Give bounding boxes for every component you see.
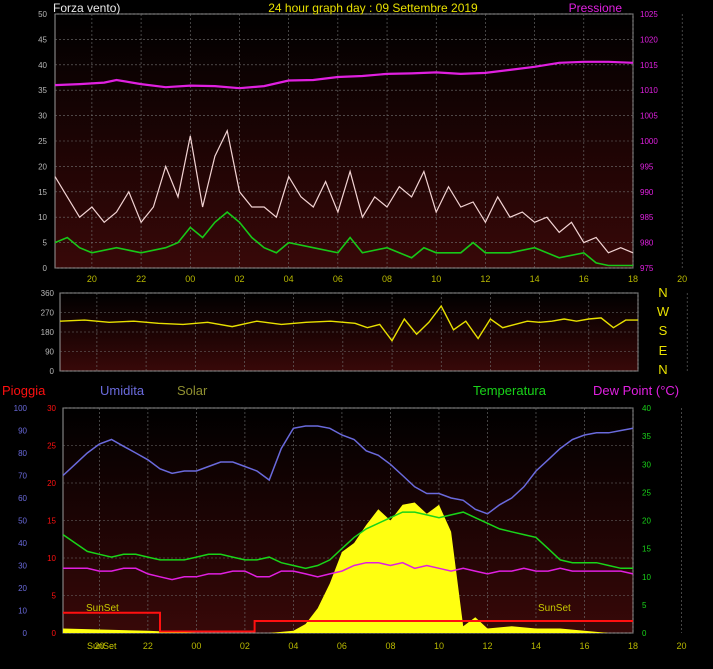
climate-x-tick-1: 22 xyxy=(143,641,153,651)
rain-y-tick-3: 15 xyxy=(47,517,56,526)
climate-x-tick-9: 14 xyxy=(531,641,541,651)
climate-x-tick-0: 20 xyxy=(94,641,104,651)
pressure-y-tick-6: 1005 xyxy=(640,112,658,121)
wind-y-tick-0: 0 xyxy=(43,264,48,273)
humidity-y-tick-1: 10 xyxy=(18,607,27,616)
climate-x-tick-3: 02 xyxy=(240,641,250,651)
temp-y-tick-2: 10 xyxy=(642,573,651,582)
climate-x-tick-4: 04 xyxy=(288,641,298,651)
climate-x-tick-2: 00 xyxy=(191,641,201,651)
rain-legend-label: Pioggia xyxy=(2,383,46,398)
humidity-y-tick-4: 40 xyxy=(18,539,27,548)
climate-x-tick-11: 18 xyxy=(628,641,638,651)
humidity-y-tick-6: 60 xyxy=(18,494,27,503)
rain-y-tick-1: 5 xyxy=(52,592,57,601)
wind-x-tick-4: 04 xyxy=(284,274,294,284)
temp-y-tick-1: 5 xyxy=(642,601,647,610)
humidity-y-tick-10: 100 xyxy=(14,404,28,413)
climate-x-tick-8: 12 xyxy=(482,641,492,651)
wind-y-tick-8: 40 xyxy=(38,61,47,70)
temp-y-tick-7: 35 xyxy=(642,432,651,441)
climate-x-tick-6: 08 xyxy=(385,641,395,651)
temp-y-tick-5: 25 xyxy=(642,488,651,497)
humidity-y-tick-2: 20 xyxy=(18,584,27,593)
humidity-y-tick-3: 30 xyxy=(18,562,27,571)
direction-y-tick-4: 360 xyxy=(41,289,55,298)
pressure-y-tick-0: 975 xyxy=(640,264,654,273)
rain-y-tick-0: 0 xyxy=(52,629,57,638)
direction-y-tick-2: 180 xyxy=(41,328,55,337)
wind-x-tick-2: 00 xyxy=(185,274,195,284)
chart-title: 24 hour graph day : 09 Settembre 2019 xyxy=(268,1,478,15)
humidity-y-tick-0: 0 xyxy=(23,629,28,638)
wind-y-tick-1: 5 xyxy=(43,239,48,248)
compass-label-n1: N xyxy=(658,285,667,300)
temp-y-tick-0: 0 xyxy=(642,629,647,638)
dewpoint-legend-label: Dew Point (°C) xyxy=(593,383,679,398)
wind-y-tick-3: 15 xyxy=(38,188,47,197)
rain-y-tick-5: 25 xyxy=(47,442,56,451)
climate-x-tick-7: 10 xyxy=(434,641,444,651)
solar-legend-label: Solar xyxy=(177,383,208,398)
wind-x-tick-1: 22 xyxy=(136,274,146,284)
wind-x-tick-3: 02 xyxy=(234,274,244,284)
temperature-legend-label: Temperatura xyxy=(473,383,547,398)
wind-x-tick-0: 20 xyxy=(87,274,97,284)
compass-label-s: S xyxy=(659,323,668,338)
direction-y-tick-1: 90 xyxy=(45,348,54,357)
wind-x-tick-9: 14 xyxy=(530,274,540,284)
compass-label-n2: N xyxy=(658,362,667,377)
wind-x-tick-5: 06 xyxy=(333,274,343,284)
climate-x-tick-12: 20 xyxy=(677,641,687,651)
humidity-y-tick-8: 80 xyxy=(18,449,27,458)
humidity-y-tick-7: 70 xyxy=(18,472,27,481)
sunset-label-2: SunSet xyxy=(538,603,571,614)
temp-y-tick-4: 20 xyxy=(642,517,651,526)
wind-y-tick-10: 50 xyxy=(38,10,47,19)
direction-y-tick-0: 0 xyxy=(50,367,55,376)
wind-x-tick-8: 12 xyxy=(480,274,490,284)
wind-y-tick-4: 20 xyxy=(38,162,47,171)
wind-x-tick-6: 08 xyxy=(382,274,392,284)
wind-x-tick-12: 20 xyxy=(677,274,687,284)
pressure-axis-label: Pressione xyxy=(569,1,623,15)
temp-y-tick-8: 40 xyxy=(642,404,651,413)
pressure-y-tick-2: 985 xyxy=(640,213,654,222)
pressure-y-tick-10: 1025 xyxy=(640,10,658,19)
rain-y-tick-6: 30 xyxy=(47,404,56,413)
wind-axis-label: Forza vento) xyxy=(53,1,120,15)
weather-graph: 24 hour graph day : 09 Settembre 2019 Fo… xyxy=(2,1,688,651)
wind-x-tick-10: 16 xyxy=(579,274,589,284)
wind-y-tick-5: 25 xyxy=(38,137,47,146)
humidity-y-tick-9: 90 xyxy=(18,427,27,436)
sunset-label-1: SunSet xyxy=(86,603,119,614)
temp-y-tick-3: 15 xyxy=(642,545,651,554)
climate-x-tick-10: 16 xyxy=(579,641,589,651)
compass-label-e: E xyxy=(659,343,668,358)
pressure-y-tick-9: 1020 xyxy=(640,35,658,44)
pressure-y-tick-7: 1010 xyxy=(640,86,658,95)
pressure-y-tick-4: 995 xyxy=(640,162,654,171)
pressure-y-tick-3: 990 xyxy=(640,188,654,197)
wind-x-tick-7: 10 xyxy=(431,274,441,284)
pressure-y-tick-1: 980 xyxy=(640,239,654,248)
humidity-legend-label: Umidita xyxy=(100,383,145,398)
rain-y-tick-2: 10 xyxy=(47,554,56,563)
pressure-y-tick-8: 1015 xyxy=(640,61,658,70)
compass-label-w: W xyxy=(657,304,670,319)
climate-x-tick-5: 06 xyxy=(337,641,347,651)
temp-y-tick-6: 30 xyxy=(642,460,651,469)
humidity-y-tick-5: 50 xyxy=(18,517,27,526)
direction-y-tick-3: 270 xyxy=(41,309,55,318)
pressure-y-tick-5: 1000 xyxy=(640,137,658,146)
wind-y-tick-9: 45 xyxy=(38,35,47,44)
wind-y-tick-6: 30 xyxy=(38,112,47,121)
wind-y-tick-7: 35 xyxy=(38,86,47,95)
wind-y-tick-2: 10 xyxy=(38,213,47,222)
rain-y-tick-4: 20 xyxy=(47,479,56,488)
wind-x-tick-11: 18 xyxy=(628,274,638,284)
